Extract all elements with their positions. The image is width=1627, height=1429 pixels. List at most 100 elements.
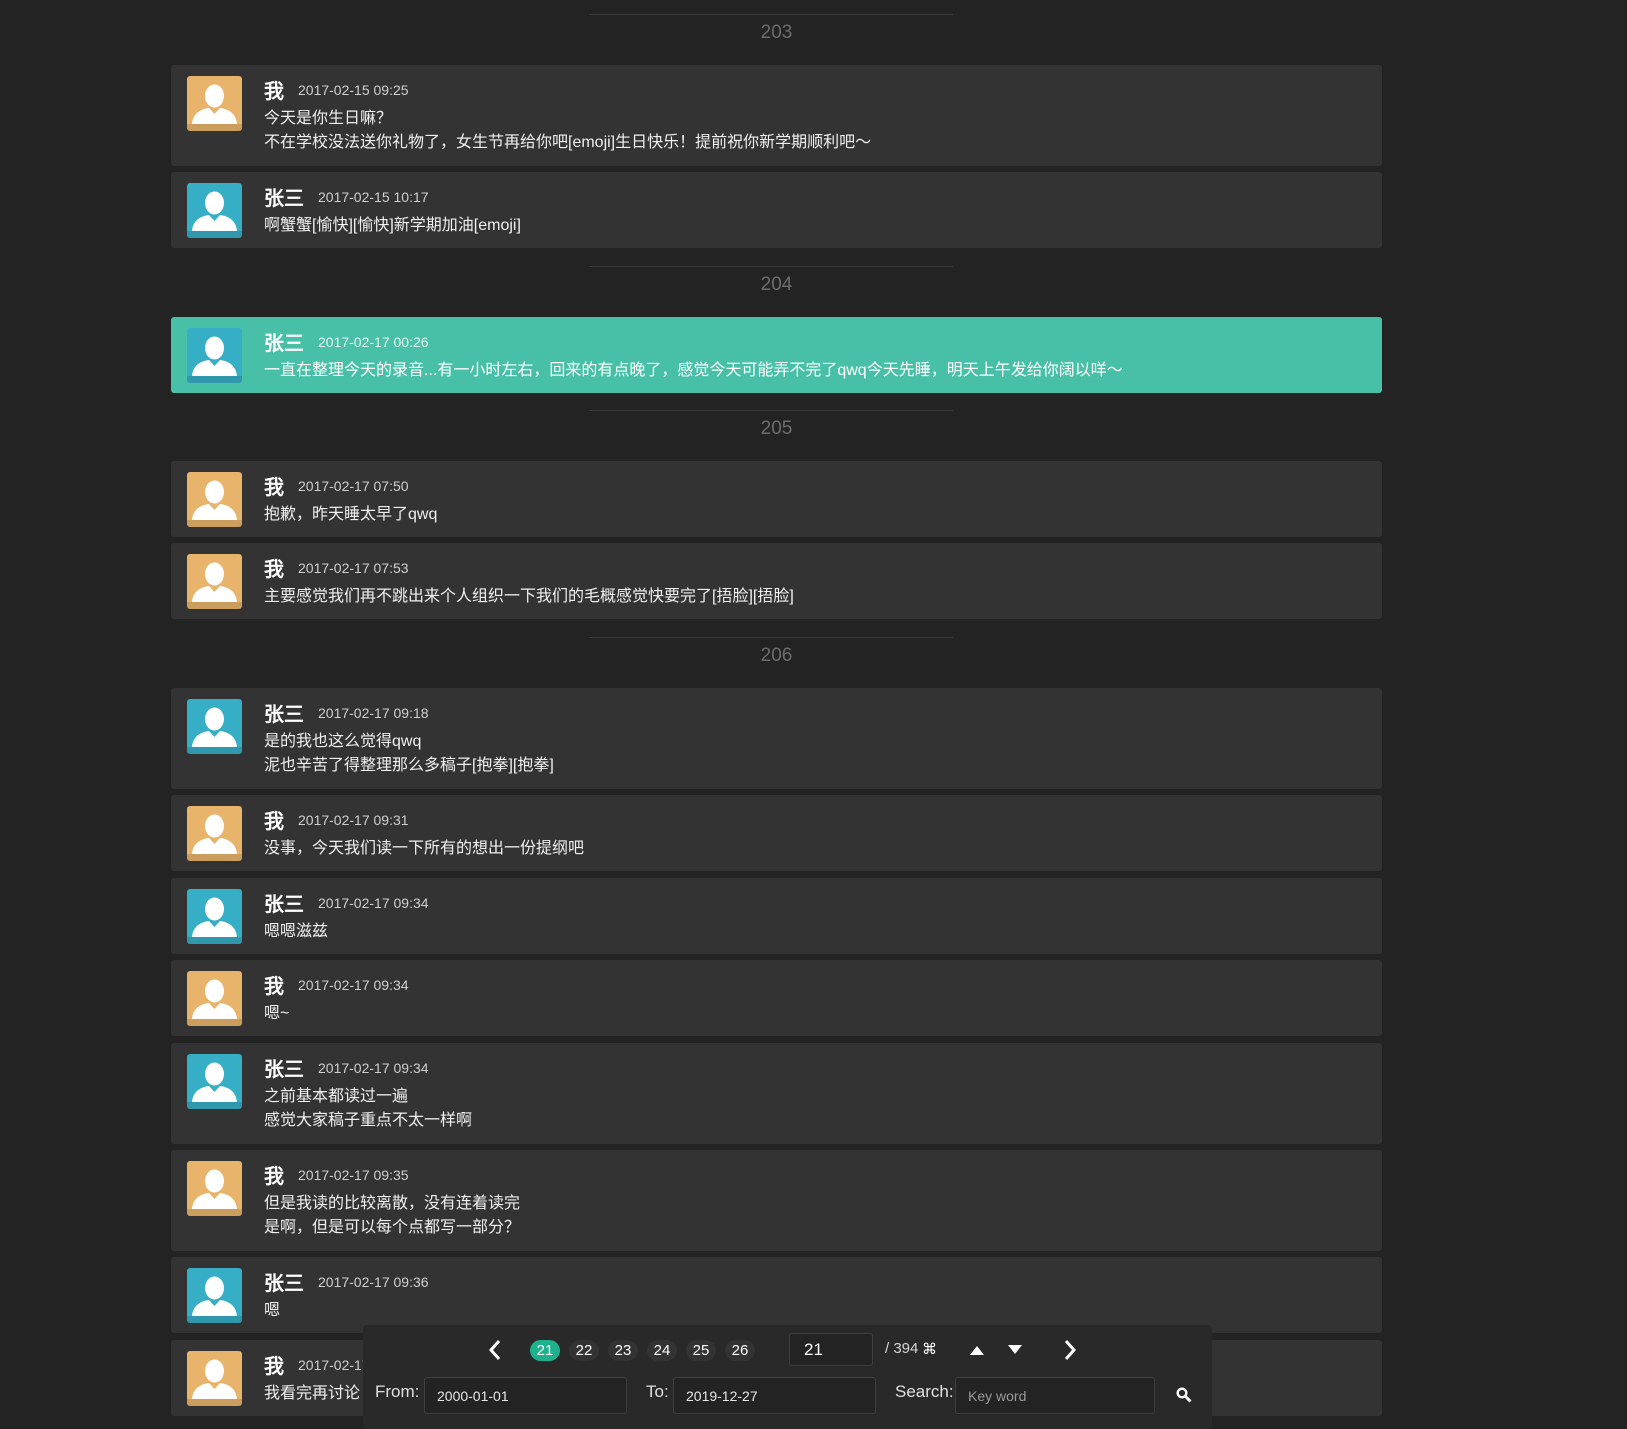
page-link-22[interactable]: 22 (569, 1340, 599, 1361)
message-header: 张三 2017-02-17 09:34 (264, 1053, 429, 1082)
message-timestamp: 2017-02-17 09:18 (318, 704, 429, 721)
person-silhouette-icon (187, 480, 242, 527)
message-card[interactable]: 我 2017-02-17 07:53 主要感觉我们再不跳出来个人组织一下我们的毛概感… (171, 543, 1382, 619)
message-line: 今天是你生日嘛？ (264, 110, 393, 127)
message-line: 主要感觉我们再不跳出来个人组织一下我们的毛概感觉快要完了[捂脸][捂脸] (264, 588, 794, 605)
page-total: / 394 (885, 1340, 919, 1357)
magnifier-icon (1176, 1387, 1192, 1403)
search-button[interactable] (1176, 1387, 1192, 1408)
message-header: 我 2017-02-17 09:34 (264, 970, 409, 999)
divider-line (589, 410, 953, 411)
message-line: 一直在整理今天的录音...有一小时左右，回来的有点晚了，感觉今天可能弄不完了qw… (264, 362, 1123, 379)
sender-name: 张三 (264, 188, 304, 210)
message-line: 是啊，但是可以每个点都写一部分？ (264, 1219, 521, 1236)
person-silhouette-icon (187, 84, 242, 131)
chevron-left-icon (488, 1340, 501, 1360)
triangle-up-icon (970, 1346, 984, 1355)
message-card[interactable]: 我 2017-02-17 07:50 抱歉，昨天睡太早了qwq (171, 461, 1382, 537)
avatar (187, 1161, 242, 1216)
message-card[interactable]: 我 2017-02-17 09:34 嗯~ (171, 960, 1382, 1036)
message-card[interactable]: 张三 2017-02-17 09:34 嗯嗯滋兹 (171, 878, 1382, 954)
message-header: 我 2017-02-17 09:35 (264, 1160, 409, 1189)
message-body: 一直在整理今天的录音...有一小时左右，回来的有点晚了，感觉今天可能弄不完了qw… (264, 359, 1123, 383)
message-card[interactable]: 张三 2017-02-17 09:36 嗯 (171, 1257, 1382, 1333)
page-link-26[interactable]: 26 (725, 1340, 755, 1361)
message-timestamp: 2017-02-17 09:34 (298, 976, 409, 993)
message-body: 我看完再讨论 (264, 1382, 360, 1406)
message-card[interactable]: 我 2017-02-17 09:35 但是我读的比较离散，没有连着读完 是啊，但是可以… (171, 1150, 1382, 1251)
message-header: 张三 2017-02-17 09:36 (264, 1267, 429, 1296)
page-divider-number: 204 (760, 274, 793, 295)
person-silhouette-icon (187, 562, 242, 609)
person-silhouette-icon (187, 191, 242, 238)
message-card[interactable]: 张三 2017-02-15 10:17 啊蟹蟹[愉快][愉快]新学期加油[emoji… (171, 172, 1382, 248)
avatar (187, 1351, 242, 1406)
message-line: 啊蟹蟹[愉快][愉快]新学期加油[emoji] (264, 217, 521, 234)
avatar (187, 76, 242, 131)
avatar (187, 889, 242, 944)
message-body: 主要感觉我们再不跳出来个人组织一下我们的毛概感觉快要完了[捂脸][捂脸] (264, 585, 794, 609)
message-card[interactable]: 我 2017-02-15 09:25 今天是你生日嘛？ 不在学校没法送你礼物了，女生节… (171, 65, 1382, 166)
sender-name: 我 (264, 1356, 284, 1378)
message-header: 张三 2017-02-17 09:34 (264, 888, 429, 917)
cmd-button[interactable]: ⌘ (922, 1340, 937, 1358)
message-body: 今天是你生日嘛？ 不在学校没法送你礼物了，女生节再给你吧[emoji]生日快乐！提… (264, 107, 871, 155)
message-line: 嗯嗯滋兹 (264, 923, 329, 940)
message-timestamp: 2017-02-17 09:36 (318, 1273, 429, 1290)
page-number-input[interactable] (789, 1333, 873, 1366)
avatar (187, 971, 242, 1026)
from-date-input[interactable] (424, 1377, 627, 1414)
avatar (187, 183, 242, 238)
message-header: 我 2017-02-15 09:25 (264, 75, 409, 104)
next-page-button[interactable] (1063, 1339, 1077, 1366)
page-link-23[interactable]: 23 (608, 1340, 638, 1361)
sender-name: 张三 (264, 1059, 304, 1081)
person-silhouette-icon (187, 707, 242, 754)
message-timestamp: 2017-02-17 09:34 (318, 1059, 429, 1076)
message-timestamp: 2017-02-17 09:35 (298, 1166, 409, 1183)
message-card[interactable]: 我 2017-02-17 09:31 没事，今天我们读一下所有的想出一份提纲吧 (171, 795, 1382, 871)
page-link-21[interactable]: 21 (530, 1340, 560, 1361)
sender-name: 我 (264, 81, 284, 103)
page-divider: 203 (171, 14, 1382, 44)
message-line: 泥也辛苦了得整理那么多稿子[抱拳][抱拳] (264, 757, 554, 774)
pagination-toolbar: 21 22 23 24 25 26 / 394 ⌘ From: To: Search: (363, 1325, 1212, 1429)
scroll-up-button[interactable] (969, 1343, 985, 1361)
message-body: 嗯嗯滋兹 (264, 920, 328, 944)
person-silhouette-icon (187, 897, 242, 944)
divider-line (589, 14, 953, 15)
person-silhouette-icon (187, 1359, 242, 1406)
search-input[interactable] (955, 1377, 1155, 1414)
divider-line (589, 266, 953, 267)
chevron-right-icon (1064, 1340, 1077, 1360)
avatar (187, 806, 242, 861)
sender-name: 我 (264, 811, 284, 833)
avatar (187, 554, 242, 609)
prev-page-button[interactable] (488, 1339, 502, 1366)
avatar (187, 328, 242, 383)
to-date-input[interactable] (673, 1377, 876, 1414)
person-silhouette-icon (187, 336, 242, 383)
page-divider-number: 206 (760, 645, 793, 666)
message-header: 张三 2017-02-15 10:17 (264, 182, 429, 211)
message-body: 抱歉，昨天睡太早了qwq (264, 503, 437, 527)
page-link-24[interactable]: 24 (647, 1340, 677, 1361)
avatar (187, 472, 242, 527)
message-body: 但是我读的比较离散，没有连着读完 是啊，但是可以每个点都写一部分？ (264, 1192, 520, 1240)
message-line: 嗯~ (264, 1005, 290, 1022)
person-silhouette-icon (187, 1276, 242, 1323)
message-card-highlighted[interactable]: 张三 2017-02-17 00:26 一直在整理今天的录音...有一小时左右，回来… (171, 317, 1382, 393)
sender-name: 我 (264, 559, 284, 581)
message-card[interactable]: 张三 2017-02-17 09:18 是的我也这么觉得qwq 泥也辛苦了得整理那么多… (171, 688, 1382, 789)
scroll-down-button[interactable] (1007, 1343, 1023, 1361)
message-line: 没事，今天我们读一下所有的想出一份提纲吧 (264, 840, 585, 857)
sender-name: 我 (264, 477, 284, 499)
message-line: 感觉大家稿子重点不太一样啊 (264, 1112, 473, 1129)
person-silhouette-icon (187, 1169, 242, 1216)
message-line: 之前基本都读过一遍 (264, 1088, 409, 1105)
page-link-25[interactable]: 25 (686, 1340, 716, 1361)
sender-name: 张三 (264, 704, 304, 726)
message-card[interactable]: 张三 2017-02-17 09:34 之前基本都读过一遍感觉大家稿子重点不太一样啊 (171, 1043, 1382, 1144)
message-timestamp: 2017-02-17 09:31 (298, 811, 409, 828)
sender-name: 张三 (264, 333, 304, 355)
